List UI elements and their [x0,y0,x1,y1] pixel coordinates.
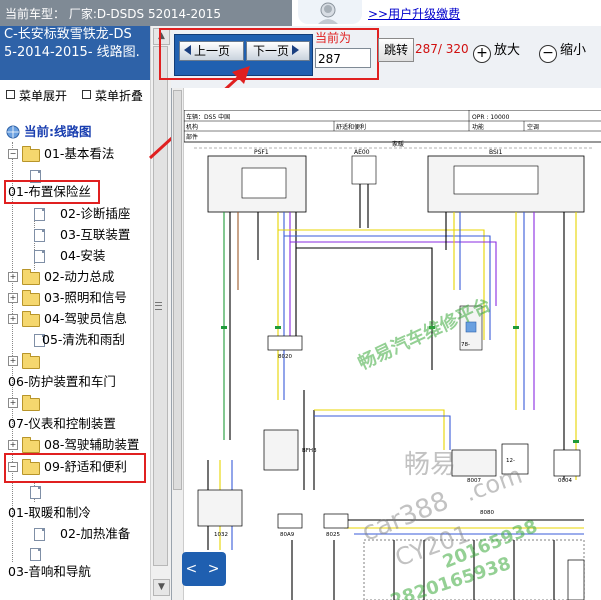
current-page-label: 当前为 [315,31,352,45]
tree-item-basic-view[interactable]: − 01-基本看法 [6,144,146,164]
page-number-input[interactable]: 287 [315,48,371,68]
viewer-scrollbar[interactable] [172,88,184,600]
model-title: C-长安标致雪铁龙-DS 5-2014-2015- 线路图. [0,26,150,80]
expand-icon[interactable]: + [8,272,18,282]
collapse-icon[interactable]: − [8,149,18,159]
comp-78: 78- [461,342,470,348]
menu-square-icon [6,90,15,99]
header-opr: OPR : 10000 [472,114,510,121]
document-icon [30,548,41,561]
ad-banner[interactable]: >>用户升级缴费 [292,0,601,27]
scroll-grip-icon [155,302,162,310]
document-icon [34,208,45,221]
upgrade-payment-link[interactable]: >>用户升级缴费 [368,5,460,22]
zoom-out-button[interactable]: − 缩小 [539,39,586,63]
folder-icon [22,146,40,162]
comp-12: 12- [506,458,515,464]
folder-icon [22,395,40,411]
comp-80a9: 80A9 [280,532,295,538]
document-icon [34,528,45,541]
comp-bfh3: BFH3 [302,448,317,454]
comp-psf1: PSF1 [254,149,269,156]
header-function: 功能 [472,123,484,131]
viewer-scroll-thumb[interactable] [173,90,182,490]
comp-8007: 8007 [467,478,481,484]
comp-1032: 1032 [214,532,228,538]
zoom-in-button[interactable]: + 放大 [473,39,520,63]
header-ac: 空调 [527,123,539,131]
app-window: 当前车型： 厂家:D-DSDS 52014-2015 >>用户升级缴费 C-长安… [0,0,601,600]
document-icon [34,250,45,263]
page-nav-box: 上一页 下一页 [174,34,313,76]
diagram-viewer: 车辆：DS5 中国 OPR : 10000 机构 舒适和便利 功能 空调 部件 … [171,88,601,600]
folder-icon [22,437,40,453]
collapse-menu-button[interactable]: 菜单折叠 [82,87,143,104]
next-page-button[interactable]: 下一页 [246,41,310,61]
header-parts: 部件 [186,133,198,141]
top-bar: 当前车型： 厂家:D-DSDS 52014-2015 [0,0,292,27]
page-count: 287/ 320 [415,42,469,56]
header-vehicle: 车辆：DS5 中国 [186,113,230,121]
wiring-diagram[interactable]: 车辆：DS5 中国 OPR : 10000 机构 舒适和便利 功能 空调 部件 … [184,110,601,600]
globe-icon [6,125,20,139]
comp-bsi1: BSI1 [489,149,503,156]
expand-icon[interactable]: + [8,440,18,450]
expand-icon[interactable]: + [8,356,18,366]
expand-icon[interactable]: + [8,293,18,303]
header-domain: 舒适和便利 [336,123,366,131]
expand-icon[interactable]: + [8,314,18,324]
collapse-icon[interactable]: − [8,462,18,472]
prev-page-button[interactable]: 上一页 [179,41,244,61]
document-icon [30,486,41,499]
scroll-up-icon[interactable]: ▲ [153,28,170,45]
user-avatar-icon [298,0,362,24]
arrow-right-icon [292,45,300,55]
jump-button[interactable]: 跳转 [378,38,414,62]
zoom-in-icon: + [473,45,491,63]
zoom-out-icon: − [539,45,557,63]
comp-8025: 8025 [326,532,340,538]
menu-square-icon [82,90,91,99]
comp-8020: 8020 [278,354,292,360]
expand-icon[interactable]: + [8,398,18,408]
toolbar: 上一页 下一页 当前为 287 跳转 287/ 320 + 放大 − 缩小 [159,26,601,88]
toggle-panel-button[interactable]: < > [182,552,226,586]
category-tree: 当前:线路图 − 01-基本看法 01-布置保险丝 02-诊断插座 03-互联装… [0,118,150,588]
menu-toggle-bar: 菜单展开 菜单折叠 [0,84,150,106]
folder-icon [22,269,40,285]
comp-ae00: AE00 [354,149,370,156]
folder-icon [22,459,40,475]
folder-icon [22,311,40,327]
folder-icon [22,353,40,369]
comp-0004: 0004 [558,478,572,484]
document-icon [34,229,45,242]
arrow-left-icon [184,45,191,55]
center-label: 家暖 [392,140,404,148]
header-org: 机构 [186,123,198,131]
tree-item-folder[interactable]: + [6,393,46,413]
expand-menu-button[interactable]: 菜单展开 [6,87,67,104]
scroll-down-icon[interactable]: ▼ [153,579,170,596]
left-panel: C-长安标致雪铁龙-DS 5-2014-2015- 线路图. ▲ ▼ 菜单展开 … [0,26,171,600]
tree-item-folder[interactable]: + [6,351,46,371]
current-vehicle-text: 当前车型： 厂家:D-DSDS 52014-2015 [5,7,222,21]
folder-icon [22,290,40,306]
comp-8080: 8080 [480,510,494,516]
left-scrollbar[interactable]: ▲ ▼ [150,26,171,600]
